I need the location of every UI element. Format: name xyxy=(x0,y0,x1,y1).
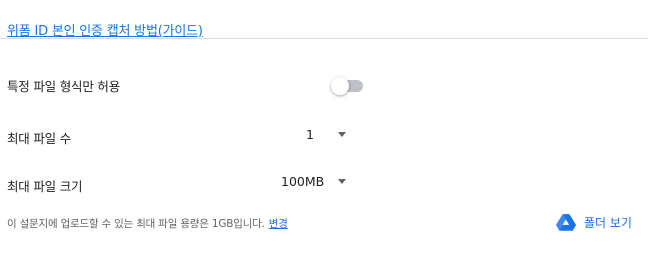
max-files-value: 1 xyxy=(306,126,314,142)
upload-quota-text: 이 설문지에 업로드할 수 있는 최대 파일 용량은 1GB입니다. xyxy=(7,218,265,230)
change-quota-link[interactable]: 변경 xyxy=(269,218,288,230)
max-size-value: 100MB xyxy=(281,173,325,189)
guide-link[interactable]: 위폼 ID 본인 인증 캡처 방법(가이드) xyxy=(7,20,203,39)
upload-quota-note: 이 설문지에 업로드할 수 있는 최대 파일 용량은 1GB입니다. 변경 xyxy=(7,216,288,231)
max-files-dropdown[interactable]: 1 xyxy=(306,124,348,144)
max-size-dropdown[interactable]: 100MB xyxy=(281,171,348,191)
dropdown-arrow-icon xyxy=(338,132,346,137)
google-drive-icon xyxy=(556,214,576,231)
max-files-label: 최대 파일 수 xyxy=(7,131,72,146)
max-size-label: 최대 파일 크기 xyxy=(7,179,83,194)
toggle-knob xyxy=(331,77,349,95)
divider xyxy=(0,38,648,39)
view-folder-button[interactable]: 폴더 보기 xyxy=(556,210,632,234)
view-folder-label: 폴더 보기 xyxy=(584,215,632,230)
dropdown-arrow-icon xyxy=(338,179,346,184)
file-type-restriction-label: 특정 파일 형식만 허용 xyxy=(7,79,121,94)
file-type-restriction-toggle[interactable] xyxy=(331,77,365,95)
